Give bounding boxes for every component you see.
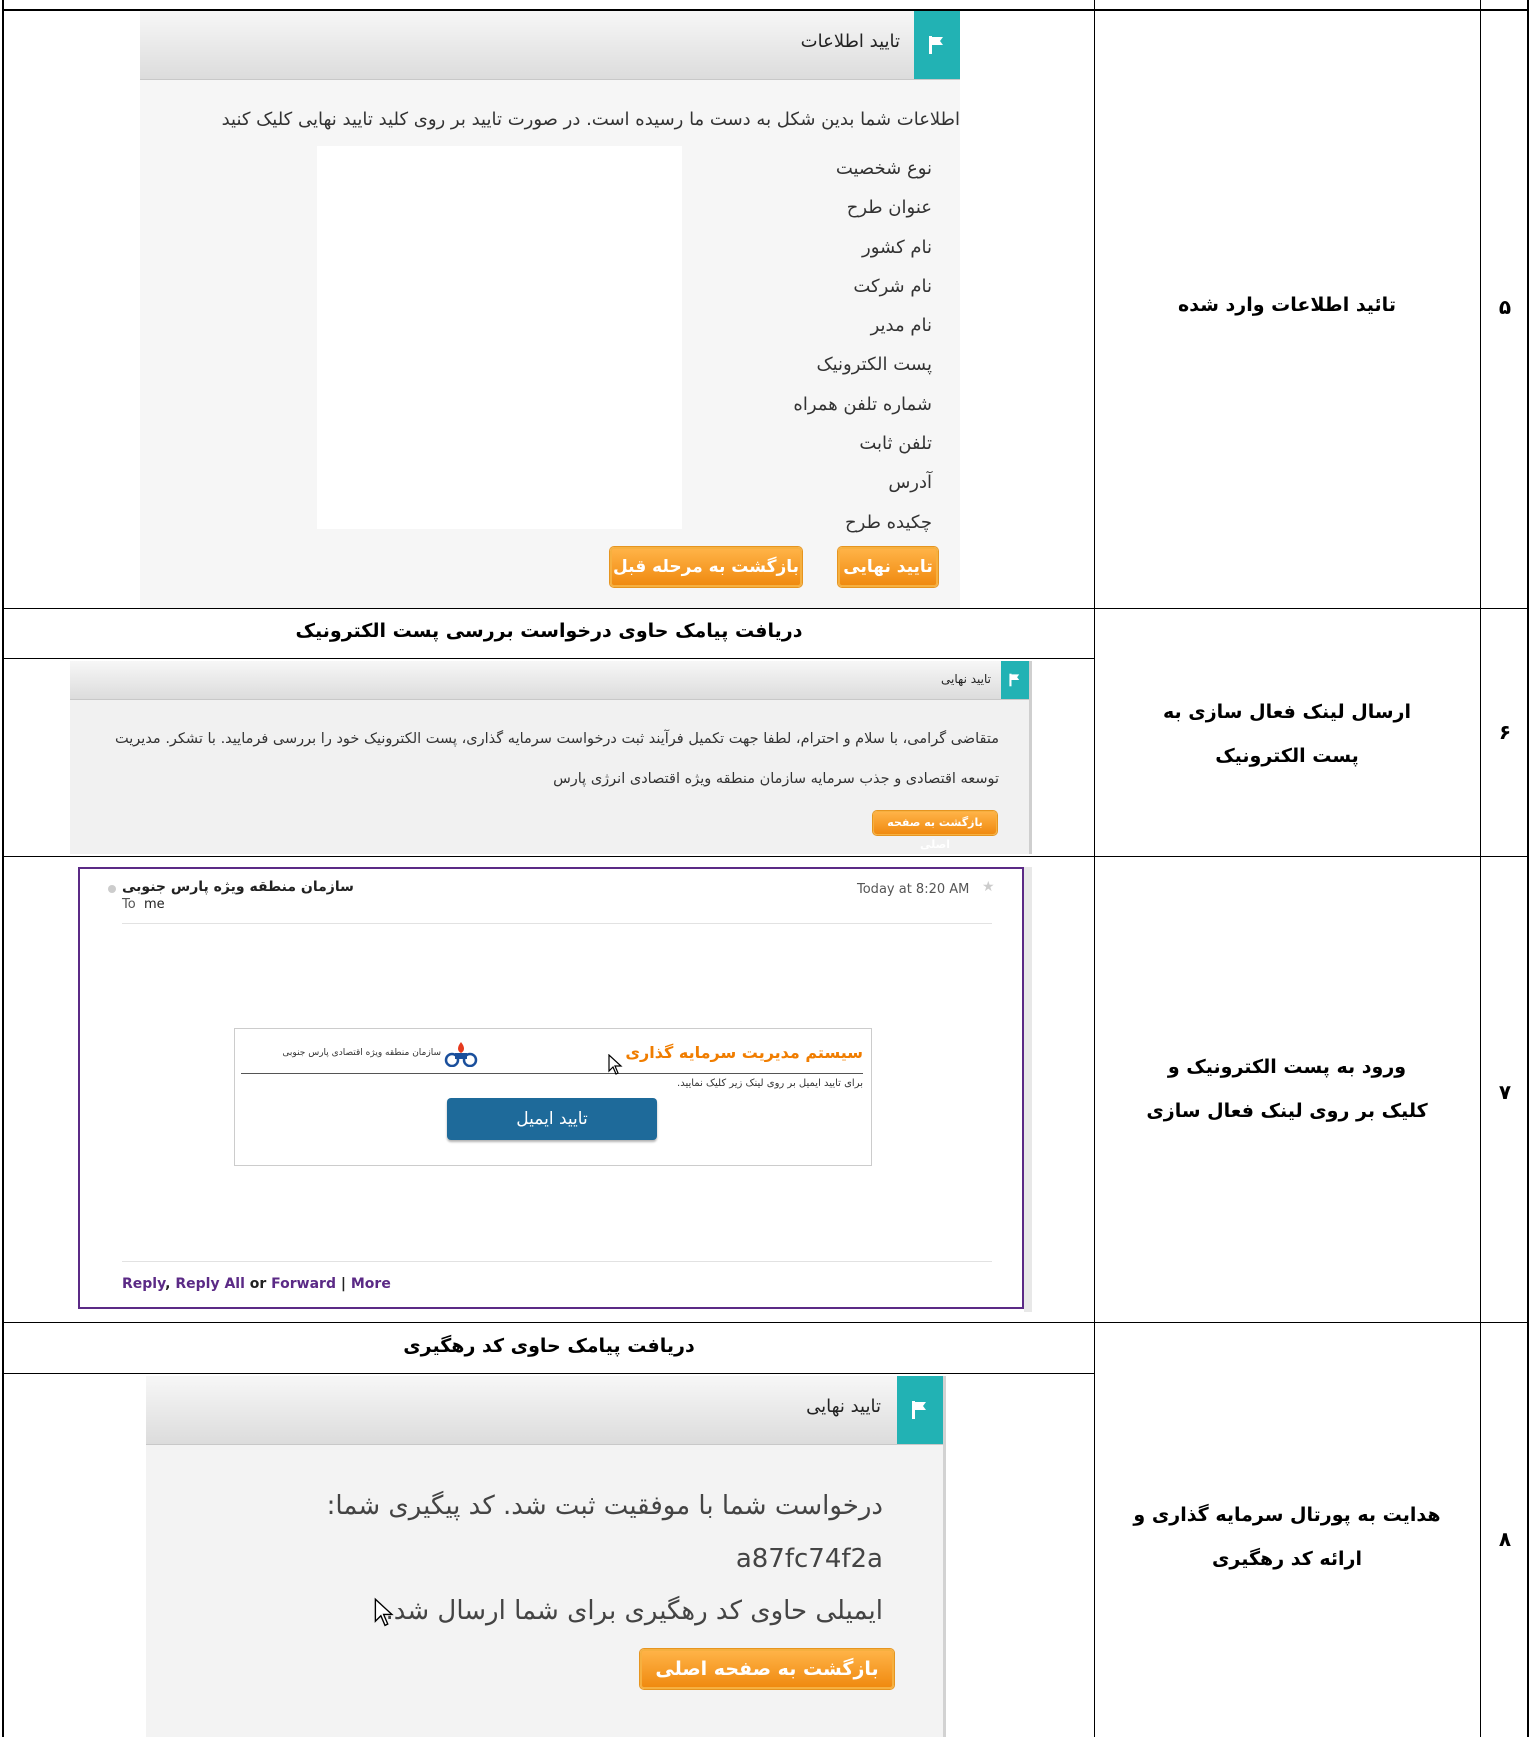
card-divider [241, 1073, 863, 1074]
activation-message-line2: توسعه اقتصادی و جذب سرمایه سازمان منطقه … [553, 771, 999, 787]
table-border-right [1527, 0, 1529, 1737]
panel-title: تایید نهایی [806, 1396, 881, 1417]
row-description-7-line1: ورود به پست الکترونیک و [1167, 1056, 1407, 1078]
home-button[interactable]: بازگشت به صفحه اصلی [873, 811, 997, 851]
forward-link[interactable]: Forward [271, 1276, 336, 1292]
email-sender[interactable]: سازمان منطقه ویژه پارس جنوبی [122, 879, 354, 895]
email-window: سازمان منطقه ویژه پارس جنوبی To me Today… [78, 867, 1024, 1309]
panel-title: تایید اطلاعات [800, 31, 900, 52]
row-number-6: ۶ [1498, 720, 1512, 744]
email-time: Today at 8:20 AM [857, 882, 970, 897]
brand-title: سیستم مدیریت سرمایه گذاری [625, 1043, 863, 1062]
success-message: درخواست شما با موفقیت ثبت شد. کد پیگیری … [326, 1491, 883, 1521]
subrow-divider-8 [2, 1373, 1094, 1374]
row-description-5: تائید اطلاعات وارد شده [1178, 294, 1396, 316]
field-label: چکیده طرح [845, 511, 932, 533]
column-divider-num [1480, 0, 1481, 1737]
panel-title: تایید نهایی [941, 672, 991, 686]
final-confirm-button[interactable]: تایید نهایی [838, 547, 938, 587]
sub-header-8: دریافت پیامک حاوی کد رهگیری [403, 1335, 695, 1357]
star-icon[interactable]: ★ [982, 879, 995, 895]
footer-divider [122, 1261, 992, 1262]
activation-sent-panel: تایید نهایی متقاضی گرامی، با سلام و احتر… [70, 661, 1032, 854]
field-label: نام شرکت [853, 275, 932, 297]
row-divider-5-6 [2, 608, 1529, 609]
read-status-icon [108, 885, 116, 893]
row-description-7: ورود به پست الکترونیک و کلیک بر روی لینک… [1100, 1045, 1474, 1133]
panel-header: تایید نهایی [70, 661, 1029, 700]
panel-header: تایید اطلاعات [140, 11, 960, 80]
verify-instruction: برای تایید ایمیل بر روی لینک زیر کلیک نم… [677, 1078, 863, 1089]
column-divider-desc [1094, 0, 1095, 1737]
field-label: عنوان طرح [846, 197, 932, 219]
org-logo-icon [443, 1041, 479, 1071]
confirm-intro-text: اطلاعات شما بدین شکل به دست ما رسیده است… [221, 109, 960, 130]
email-actions: Reply, Reply All or Forward | More [122, 1276, 391, 1292]
row-description-6-line1: ارسال لینک فعال سازی به [1163, 701, 1411, 723]
field-label: آدرس [888, 472, 932, 494]
org-name: سازمان منطقه ویژه اقتصادی پارس جنوبی [282, 1048, 441, 1058]
row-description-8: هدایت به پورتال سرمایه گذاری و ارائه کد … [1100, 1493, 1474, 1581]
row-number-7: ۷ [1498, 1080, 1512, 1104]
field-label: نام کشور [862, 236, 932, 258]
row-number-8: ۸ [1498, 1527, 1512, 1551]
back-to-previous-button[interactable]: بازگشت به مرحله قبل [610, 547, 802, 587]
row-divider-6-7 [2, 856, 1529, 857]
separator-or: or [249, 1276, 267, 1292]
more-link[interactable]: More [351, 1276, 391, 1292]
field-label: پست الکترونیک [816, 354, 933, 376]
home-button[interactable]: بازگشت به صفحه اصلی [640, 1649, 894, 1689]
to-label: To [122, 897, 136, 912]
table-border-left [2, 0, 4, 1737]
reply-link[interactable]: Reply [122, 1276, 165, 1292]
row-description-8-line1: هدایت به پورتال سرمایه گذاری و [1133, 1504, 1441, 1526]
tracking-code-panel: تایید نهایی درخواست شما با موفقیت ثبت شد… [146, 1376, 946, 1737]
field-label: نوع شخصیت [835, 158, 932, 179]
confirm-info-panel: تایید اطلاعات اطلاعات شما بدین شکل به دس… [140, 11, 960, 608]
info-values-box [317, 146, 682, 529]
row-description-7-line2: کلیک بر روی لینک فعال سازی [1146, 1100, 1428, 1122]
email-scrollbar[interactable] [1024, 867, 1032, 1312]
email-sent-message: ایمیلی حاوی کد رهگیری برای شما ارسال شد. [385, 1596, 883, 1626]
email-card: سیستم مدیریت سرمایه گذاری سازمان منطقه و… [234, 1028, 872, 1166]
tracking-code: a87fc74f2a [735, 1544, 883, 1574]
flag-icon [1001, 661, 1029, 699]
to-value: me [143, 897, 165, 912]
verify-email-button[interactable]: تایید ایمیل [447, 1098, 657, 1140]
email-recipient: To me [122, 897, 165, 912]
sub-header-6: دریافت پیامک حاوی درخواست بررسی پست الکت… [295, 620, 803, 642]
cursor-icon [608, 1053, 624, 1080]
separator-comma: , [165, 1276, 171, 1292]
flag-icon [914, 11, 960, 79]
header-divider [122, 923, 992, 924]
row-divider-7-8 [2, 1322, 1529, 1323]
row-description-6: ارسال لینک فعال سازی به پست الکترونیک [1100, 690, 1474, 778]
separator-pipe: | [340, 1276, 346, 1292]
row-description-6-line2: پست الکترونیک [1215, 745, 1359, 767]
cursor-icon [374, 1597, 396, 1633]
flag-icon [897, 1376, 943, 1444]
activation-message-line1: متقاضی گرامی، با سلام و احترام، لطفا جهت… [115, 731, 999, 747]
row-number-5: ۵ [1498, 295, 1512, 319]
field-label: نام مدیر [870, 315, 932, 337]
field-label: تلفن ثابت [859, 433, 932, 455]
reply-all-link[interactable]: Reply All [175, 1276, 245, 1292]
row-description-8-line2: ارائه کد رهگیری [1211, 1548, 1363, 1570]
field-labels: نوع شخصیت عنوان طرح نام کشور نام شرکت نا… [732, 149, 932, 542]
panel-header: تایید نهایی [146, 1376, 943, 1445]
field-label: شماره تلفن همراه [793, 393, 932, 415]
subrow-divider-6 [2, 658, 1094, 659]
